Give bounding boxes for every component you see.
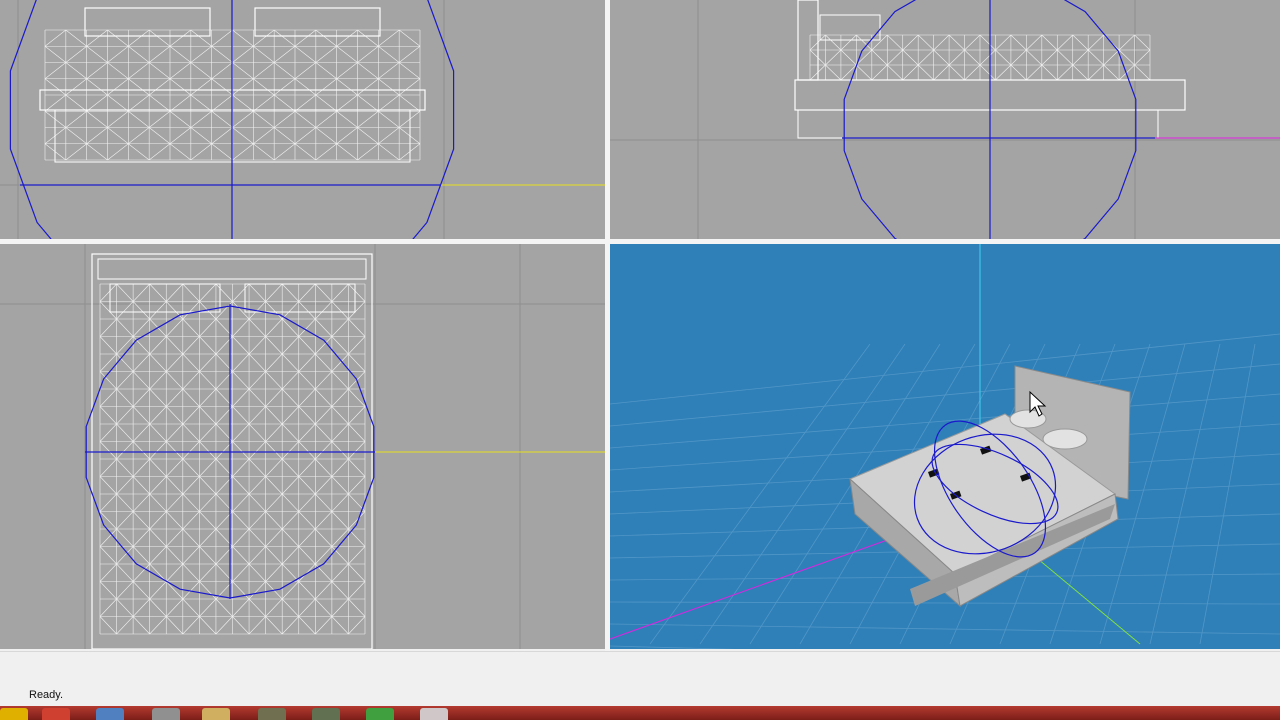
viewport-splitter-vertical[interactable] bbox=[605, 0, 610, 651]
headboard-side bbox=[797, 0, 819, 81]
pillow-left-top bbox=[109, 283, 221, 313]
viewport-splitter-horizontal[interactable] bbox=[0, 239, 1280, 244]
chrome-icon[interactable] bbox=[42, 708, 70, 720]
bed-base-side bbox=[797, 109, 1159, 139]
active-app-icon[interactable] bbox=[420, 708, 448, 720]
side-viewport[interactable] bbox=[610, 0, 1280, 239]
front-view-canvas[interactable] bbox=[0, 0, 605, 239]
side-view-canvas[interactable] bbox=[610, 0, 1280, 239]
bed-wireframe-top bbox=[99, 283, 366, 635]
app-icon-4[interactable] bbox=[366, 708, 394, 720]
app-icon-3[interactable] bbox=[312, 708, 340, 720]
perspective-viewport[interactable] bbox=[610, 244, 1280, 649]
pillow-left-wireframe bbox=[84, 7, 211, 37]
headboard-top bbox=[97, 258, 367, 280]
perspective-view-canvas[interactable] bbox=[610, 244, 1280, 649]
pillow-right-top bbox=[244, 283, 356, 313]
start-orb-icon[interactable] bbox=[0, 708, 28, 720]
pillow-side bbox=[819, 14, 881, 41]
explorer-icon[interactable] bbox=[96, 708, 124, 720]
top-view-canvas[interactable] bbox=[0, 244, 605, 649]
folder-icon[interactable] bbox=[202, 708, 230, 720]
top-viewport[interactable] bbox=[0, 244, 605, 649]
status-text: Ready. bbox=[29, 689, 64, 701]
app-icon-2[interactable] bbox=[258, 708, 286, 720]
bed-wireframe-side bbox=[809, 34, 1151, 81]
status-bar: Ready. bbox=[0, 651, 1280, 707]
pillow-right bbox=[1042, 428, 1088, 450]
y-axis-line bbox=[610, 538, 891, 640]
pillow-right-wireframe bbox=[254, 7, 381, 37]
app-icon-1[interactable] bbox=[152, 708, 180, 720]
taskbar bbox=[0, 706, 1280, 720]
front-viewport[interactable] bbox=[0, 0, 605, 239]
